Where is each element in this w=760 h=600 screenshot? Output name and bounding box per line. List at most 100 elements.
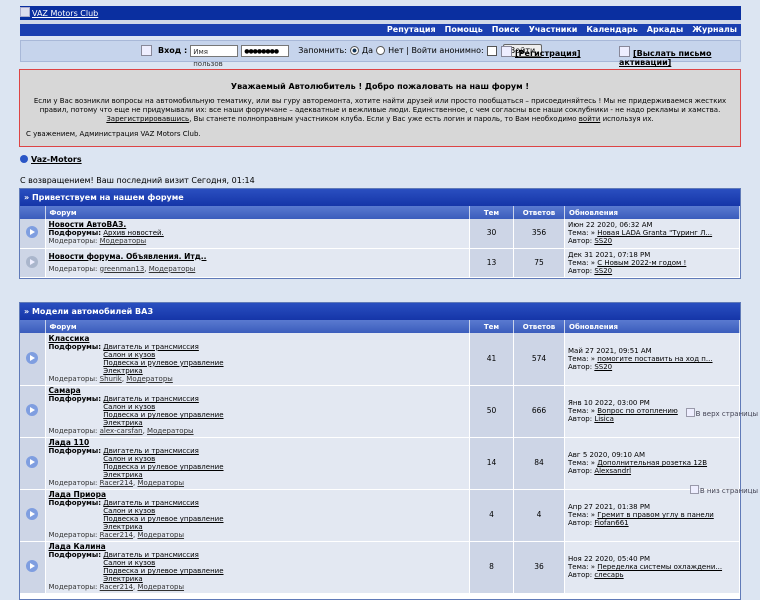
- subforum-link[interactable]: Двигатель и трансмиссия: [103, 499, 199, 507]
- subforum-link[interactable]: Двигатель и трансмиссия: [103, 395, 199, 403]
- welcome-signature: С уважением, Администрация VAZ Motors Cl…: [26, 130, 201, 138]
- forum-status-cell: [20, 333, 46, 386]
- forum-new-posts-icon: [26, 560, 39, 572]
- subforum-link[interactable]: Салон и кузов: [103, 507, 155, 515]
- forum-name-link[interactable]: Классика: [49, 334, 467, 343]
- moderator-link[interactable]: Racer214: [100, 479, 133, 487]
- subforum-link[interactable]: Электрика: [103, 523, 142, 531]
- last-post-topic-link[interactable]: помогите поставить на ход п...: [597, 355, 712, 363]
- forum-name-link[interactable]: Новости АвтоВАЗ.: [49, 221, 467, 229]
- moderator-link[interactable]: Модераторы: [137, 479, 184, 487]
- welcome-text: Если у Вас возникли вопросы на автомобил…: [26, 97, 734, 124]
- moderator-link[interactable]: alex-carsfan: [100, 427, 143, 435]
- moderators-label: Модераторы:: [48, 374, 98, 383]
- category-title[interactable]: Модели автомобилей ВАЗ: [20, 303, 740, 320]
- moderator-link[interactable]: Модераторы: [137, 583, 184, 591]
- subforum-link[interactable]: Электрика: [103, 367, 142, 375]
- subforums-label: Подфорумы:: [48, 229, 102, 238]
- subforum-link[interactable]: Двигатель и трансмиссия: [103, 551, 199, 559]
- forum-name-link[interactable]: Самара: [49, 387, 467, 395]
- category-title[interactable]: Приветствуем на нашем форуме: [20, 189, 740, 206]
- last-post-topic-link[interactable]: С Новым 2022-м годом !: [597, 259, 686, 267]
- scroll-to-bottom-link[interactable]: В низ страницы: [690, 485, 758, 495]
- login-bar: Вход : Имя пользов ●●●●●●●● Запомнить: Д…: [20, 40, 741, 68]
- topic-label: Тема:: [568, 563, 589, 571]
- last-post-author-link[interactable]: Alexsandrl: [594, 467, 631, 475]
- anonymous-checkbox[interactable]: [486, 45, 497, 56]
- password-input[interactable]: ●●●●●●●●: [241, 44, 290, 57]
- moderator-link[interactable]: Модераторы: [147, 427, 194, 435]
- moderator-link[interactable]: Модераторы: [126, 375, 173, 383]
- moderators-label: Модераторы:: [48, 237, 98, 246]
- nav-members[interactable]: Участники: [529, 25, 578, 34]
- moderator-link[interactable]: Racer214: [100, 583, 133, 591]
- subforum-link[interactable]: Подвеска и рулевое управление: [103, 515, 223, 523]
- subforum-link[interactable]: Электрика: [103, 419, 142, 427]
- last-post-topic-link[interactable]: Новая LADA Granta "Туринг Л...: [597, 229, 712, 237]
- forum-name-link[interactable]: Новости форума. Объявления. Итд..: [49, 252, 467, 261]
- subforum-link[interactable]: Архив новостей.: [103, 229, 164, 237]
- last-post-author-link[interactable]: SS20: [594, 267, 612, 275]
- scroll-to-top-link[interactable]: В верх страницы: [686, 408, 758, 418]
- last-post-topic-link[interactable]: Гремит в правом углу в панели: [597, 511, 714, 519]
- activation-link-label: [Выслать письмо активации]: [619, 49, 712, 67]
- nav-arcade[interactable]: Аркады: [647, 25, 683, 34]
- table-header: Форум Тем Ответов Обновления: [20, 320, 740, 333]
- last-post-author-link[interactable]: Fiofan661: [594, 519, 628, 527]
- site-logo[interactable]: VAZ Motors Club: [20, 7, 98, 18]
- login-label: Вход :: [158, 46, 188, 55]
- breadcrumb[interactable]: Vaz-Motors: [20, 155, 82, 164]
- subforum-link[interactable]: Подвеска и рулевое управление: [103, 567, 223, 575]
- last-post-author-link[interactable]: Lisica: [594, 415, 614, 423]
- last-post-author-link[interactable]: слесарь: [594, 571, 623, 579]
- register-link[interactable]: [Регистрация]: [501, 46, 581, 58]
- forum-name-link[interactable]: Лада 110: [49, 439, 467, 447]
- moderator-link[interactable]: Модераторы: [137, 531, 184, 539]
- subforum-link[interactable]: Салон и кузов: [103, 403, 155, 411]
- moderator-link[interactable]: Модераторы: [149, 265, 196, 273]
- last-visit-text: С возвращением! Ваш последний визит Сего…: [20, 176, 255, 185]
- topic-label: Тема:: [568, 258, 589, 267]
- activation-link[interactable]: [Выслать письмо активации]: [619, 46, 740, 67]
- nav-calendar[interactable]: Календарь: [586, 25, 637, 34]
- subforum-link[interactable]: Двигатель и трансмиссия: [103, 343, 199, 351]
- last-post-date: Июн 22 2020, 06:32 AM: [568, 221, 653, 230]
- nav-help[interactable]: Помощь: [445, 25, 483, 34]
- forum-name-link[interactable]: Лада Калина: [49, 543, 467, 551]
- author-label: Автор:: [568, 415, 593, 423]
- subforum-link[interactable]: Салон и кузов: [103, 455, 155, 463]
- last-post-author-link[interactable]: SS20: [594, 363, 612, 371]
- username-input[interactable]: Имя пользов: [190, 44, 239, 68]
- nav-reputation[interactable]: Репутация: [387, 25, 436, 34]
- subforum-link[interactable]: Подвеска и рулевое управление: [103, 411, 223, 419]
- moderator-link[interactable]: Shurik: [100, 375, 122, 383]
- subforum-link[interactable]: Салон и кузов: [103, 559, 155, 567]
- table-row: Новости форума. Объявления. Итд.. Модера…: [20, 248, 740, 278]
- last-post-date: Апр 27 2021, 01:38 PM: [568, 503, 651, 511]
- forum-status-cell: [20, 489, 46, 542]
- last-post-author-link[interactable]: SS20: [594, 237, 612, 245]
- last-post-topic-link[interactable]: Переделка системы охлаждени...: [597, 563, 722, 571]
- forum-cell: Новости форума. Объявления. Итд.. Модера…: [45, 248, 470, 278]
- register-inline-link[interactable]: Зарегистрировавшись: [106, 115, 189, 123]
- subforum-link[interactable]: Подвеска и рулевое управление: [103, 463, 223, 471]
- header-icon-col: [20, 206, 46, 219]
- subforum-link[interactable]: Салон и кузов: [103, 351, 155, 359]
- last-post-topic-link[interactable]: Дополнительная розетка 12В: [597, 459, 707, 467]
- moderator-link[interactable]: greenman13: [100, 265, 145, 273]
- remember-yes-radio[interactable]: [349, 46, 359, 55]
- moderator-link[interactable]: Racer214: [100, 531, 133, 539]
- subforum-link[interactable]: Подвеска и рулевое управление: [103, 359, 223, 367]
- last-post-topic-link[interactable]: Вопрос по отоплению: [597, 407, 678, 415]
- moderator-link[interactable]: Модераторы: [100, 237, 147, 245]
- forum-status-cell: [20, 541, 46, 594]
- nav-search[interactable]: Поиск: [492, 25, 520, 34]
- subforums-label: Подфорумы:: [48, 447, 102, 455]
- subforum-link[interactable]: Электрика: [103, 575, 142, 583]
- remember-no-radio[interactable]: [376, 46, 386, 55]
- nav-journals[interactable]: Журналы: [692, 25, 737, 34]
- login-inline-link[interactable]: войти: [579, 115, 601, 123]
- subforum-link[interactable]: Двигатель и трансмиссия: [103, 447, 199, 455]
- forum-name-link[interactable]: Лада Приора: [49, 491, 467, 499]
- subforum-link[interactable]: Электрика: [103, 471, 142, 479]
